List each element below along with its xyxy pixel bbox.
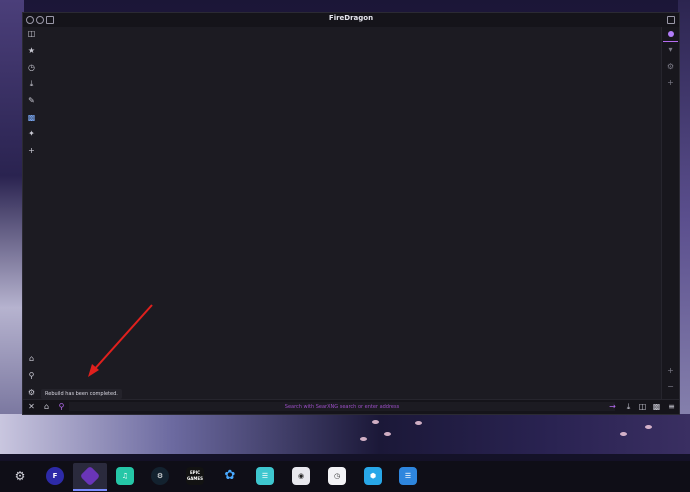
active-app-indicator <box>73 489 107 491</box>
dragon-app-icon[interactable]: ✿ <box>221 467 239 485</box>
chat-app-icon[interactable]: ☰ <box>256 467 274 485</box>
steam-app-icon[interactable]: ⚙ <box>151 467 169 485</box>
disk-app-icon[interactable]: ◉ <box>292 467 310 485</box>
epic-games-app-icon[interactable]: EPIC GAMES <box>186 467 204 485</box>
taskbar: ⚙ F ♫ ⚙ EPIC GAMES ✿ ☰ ◉ ◷ ⬢ ☰ <box>0 461 690 492</box>
firedragon-app-icon[interactable]: F <box>46 467 64 485</box>
arrow-shaft <box>91 304 153 373</box>
hexagon-app-icon[interactable]: ⬢ <box>364 467 382 485</box>
annotation-arrow <box>88 304 153 377</box>
clock-app-icon[interactable]: ◷ <box>328 467 346 485</box>
network-app-icon[interactable]: ☰ <box>399 467 417 485</box>
music-app-icon[interactable]: ♫ <box>116 467 134 485</box>
settings-icon[interactable]: ⚙ <box>11 467 29 485</box>
